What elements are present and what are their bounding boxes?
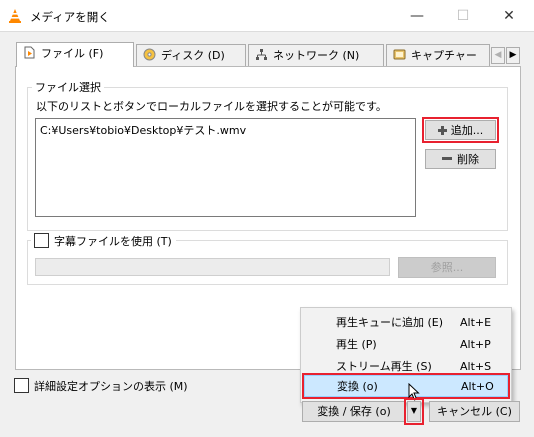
add-file-button[interactable]: 追加... bbox=[422, 117, 499, 143]
file-selection-description: 以下のリストとボタンでローカルファイルを選択することが可能です。 bbox=[36, 100, 387, 113]
convert-save-button[interactable]: 変換 / 保存 (o) bbox=[302, 401, 406, 422]
file-list[interactable]: C:¥Users¥tobio¥Desktop¥テスト.wmv bbox=[35, 118, 416, 217]
subtitle-file-input bbox=[35, 258, 390, 276]
menu-item-enqueue[interactable]: 再生キューに追加 (E) Alt+E bbox=[304, 312, 508, 334]
maximize-button[interactable]: ☐ bbox=[440, 0, 486, 32]
advanced-options-checkbox[interactable] bbox=[14, 378, 29, 393]
disc-icon bbox=[143, 48, 156, 61]
tab-scroll-left-button[interactable]: ◀ bbox=[491, 47, 505, 64]
subtitle-browse-button[interactable]: 参照... bbox=[398, 257, 496, 278]
remove-file-button[interactable]: 削除 bbox=[425, 149, 496, 169]
tab-network[interactable]: ネットワーク (N) bbox=[248, 44, 384, 66]
capture-icon bbox=[393, 49, 406, 60]
window-title: メディアを開く bbox=[30, 10, 110, 24]
menu-item-enqueue-shortcut: Alt+E bbox=[460, 316, 492, 329]
tab-file-label: ファイル (F) bbox=[41, 47, 104, 60]
convert-dropdown-button[interactable]: ▼ bbox=[404, 398, 424, 425]
menu-item-convert-shortcut: Alt+O bbox=[461, 380, 494, 393]
advanced-options-toggle[interactable]: 詳細設定オプションの表示 (M) bbox=[14, 378, 188, 394]
file-icon bbox=[24, 46, 35, 59]
vlc-logo-icon bbox=[9, 9, 21, 23]
menu-item-enqueue-label: 再生キューに追加 (E) bbox=[336, 316, 444, 329]
tab-capture[interactable]: キャプチャー bbox=[386, 44, 490, 66]
tab-file[interactable]: ファイル (F) bbox=[16, 42, 134, 67]
plus-icon bbox=[437, 126, 447, 135]
menu-item-play-shortcut: Alt+P bbox=[460, 338, 491, 351]
file-list-item[interactable]: C:¥Users¥tobio¥Desktop¥テスト.wmv bbox=[40, 122, 411, 138]
network-icon bbox=[256, 49, 267, 60]
menu-item-play-label: 再生 (P) bbox=[336, 338, 377, 351]
menu-item-convert-label: 変換 (o) bbox=[337, 380, 378, 393]
close-button[interactable]: ✕ bbox=[486, 0, 532, 32]
menu-item-play[interactable]: 再生 (P) Alt+P bbox=[304, 334, 508, 356]
advanced-options-label: 詳細設定オプションの表示 (M) bbox=[34, 380, 188, 393]
file-selection-legend: ファイル選択 bbox=[32, 79, 104, 95]
subtitle-legend: 字幕ファイルを使用 (T) bbox=[31, 233, 176, 249]
add-file-label: 追加... bbox=[450, 124, 484, 137]
mouse-cursor-icon bbox=[408, 383, 420, 401]
tab-scroll-right-button[interactable]: ▶ bbox=[506, 47, 520, 64]
tab-disc-label: ディスク (D) bbox=[161, 49, 225, 62]
subtitle-checkbox[interactable] bbox=[34, 233, 49, 248]
title-bar: メディアを開く — ☐ ✕ bbox=[0, 0, 534, 32]
tab-network-label: ネットワーク (N) bbox=[273, 49, 360, 62]
remove-file-label: 削除 bbox=[457, 153, 479, 166]
cancel-button[interactable]: キャンセル (C) bbox=[429, 401, 520, 422]
tab-capture-label: キャプチャー bbox=[411, 49, 477, 62]
tab-disc[interactable]: ディスク (D) bbox=[136, 44, 246, 66]
chevron-down-icon: ▼ bbox=[410, 406, 418, 415]
subtitle-checkbox-label: 字幕ファイルを使用 (T) bbox=[54, 235, 172, 248]
minus-icon bbox=[442, 157, 452, 160]
menu-item-convert[interactable]: 変換 (o) Alt+O bbox=[302, 373, 510, 399]
minimize-button[interactable]: — bbox=[394, 0, 440, 32]
